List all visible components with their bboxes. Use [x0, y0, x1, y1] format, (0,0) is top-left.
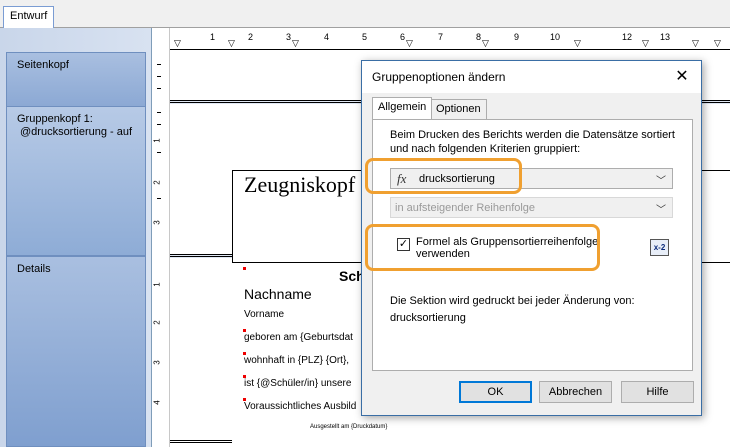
anchor-marker: [243, 352, 246, 355]
ruler-marker-icon[interactable]: ▽: [482, 38, 489, 49]
horizontal-ruler[interactable]: ▽ 1 ▽ 2 3 ▽ 4 5 6 ▽ 7 8 ▽ 9 10 ▽ 12 ▽ 13…: [152, 28, 730, 50]
ruler-marker-icon[interactable]: ▽: [292, 38, 299, 49]
ruler-number: 3: [152, 360, 162, 365]
ruler-number: 2: [248, 32, 254, 42]
ok-button[interactable]: OK: [459, 381, 532, 403]
sort-order-select[interactable]: in aufsteigender Reihenfolge ﹀: [390, 197, 673, 218]
anchor-marker: [243, 267, 246, 270]
chevron-down-icon[interactable]: ﹀: [656, 172, 666, 187]
ruler-marker-icon[interactable]: ▽: [228, 38, 235, 49]
section-label: Details: [17, 263, 51, 275]
tab-design[interactable]: Entwurf: [3, 6, 55, 28]
ruler-marker-icon[interactable]: ▽: [174, 38, 181, 49]
ruler-marker-icon[interactable]: ▽: [714, 38, 721, 49]
ruler-number: 13: [660, 32, 671, 42]
ruler-number: 1: [152, 282, 162, 287]
section-label: Gruppenkopf 1: @drucksortierung - auf: [17, 113, 132, 139]
vertical-ruler[interactable]: 1 2 3 1 2 3 4: [152, 28, 170, 447]
section-group-header[interactable]: Gruppenkopf 1: @drucksortierung - auf: [6, 106, 146, 256]
field-lastname[interactable]: Nachname: [244, 286, 312, 302]
dialog-titlebar[interactable]: Gruppenoptionen ändern ✕: [362, 61, 701, 93]
info-text: Die Sektion wird gedruckt bei jeder Ände…: [390, 295, 635, 307]
ruler-tick: [157, 88, 161, 89]
report-title-field[interactable]: Zeugniskopf: [244, 172, 355, 198]
ruler-number: 6: [400, 32, 406, 42]
ruler-marker-icon[interactable]: ▽: [692, 38, 699, 49]
ruler-number: 8: [476, 32, 482, 42]
close-icon[interactable]: ✕: [671, 66, 693, 88]
info-value: drucksortierung: [390, 312, 466, 324]
tab-options[interactable]: Optionen: [430, 99, 487, 119]
ruler-marker-icon[interactable]: ▽: [642, 38, 649, 49]
field-training[interactable]: Voraussichtliches Ausbild: [244, 401, 356, 412]
ruler-tick: [157, 124, 161, 125]
ruler-number: 3: [152, 220, 162, 225]
ruler-number: 2: [152, 320, 162, 325]
anchor-marker: [243, 329, 246, 332]
section-label: Seitenkopf: [17, 59, 69, 71]
ruler-number: 5: [362, 32, 368, 42]
ruler-marker-icon[interactable]: ▽: [574, 38, 581, 49]
highlight-group-field: [365, 158, 522, 194]
highlight-formula-checkbox: [365, 224, 600, 271]
field-student[interactable]: ist {@Schüler/in} unsere: [244, 378, 351, 389]
chevron-down-icon: ﹀: [656, 205, 666, 216]
section-label-line: Gruppenkopf 1:: [17, 113, 93, 125]
ruler-number: 9: [514, 32, 520, 42]
ruler-tick: [157, 198, 161, 199]
ruler-number: 3: [286, 32, 292, 42]
formula-editor-icon[interactable]: x-2: [650, 239, 669, 256]
ruler-number: 4: [324, 32, 330, 42]
dialog-title: Gruppenoptionen ändern: [372, 70, 506, 84]
field-issue-date[interactable]: Ausgestellt am {Druckdatum}: [310, 424, 387, 430]
ruler-number: 2: [152, 180, 162, 185]
group-options-dialog: Gruppenoptionen ändern ✕ Allgemein Optio…: [361, 60, 702, 416]
tab-general[interactable]: Allgemein: [372, 97, 433, 119]
anchor-marker: [243, 398, 246, 401]
ruler-marker-icon[interactable]: ▽: [406, 38, 413, 49]
dialog-description: Beim Drucken des Berichts werden die Dat…: [390, 129, 675, 155]
ruler-tick: [157, 152, 161, 153]
field-birthdate[interactable]: geboren am {Geburtsdat: [244, 332, 353, 343]
anchor-marker: [243, 375, 246, 378]
section-pane: Seitenkopf Gruppenkopf 1: @drucksortieru…: [0, 28, 152, 447]
section-label-line: @drucksortierung - auf: [20, 126, 133, 138]
ruler-tick: [157, 64, 161, 65]
ruler-tick: [157, 76, 161, 77]
field-firstname[interactable]: Vorname: [244, 309, 284, 320]
section-details[interactable]: Details: [6, 256, 146, 447]
cancel-button[interactable]: Abbrechen: [539, 381, 612, 403]
sort-order-value: in aufsteigender Reihenfolge: [395, 202, 536, 214]
design-tab-bar: Entwurf: [0, 0, 730, 28]
ruler-number: 1: [210, 32, 216, 42]
ruler-number: 7: [438, 32, 444, 42]
field-residence[interactable]: wohnhaft in {PLZ} {Ort},: [244, 355, 349, 366]
ruler-number: 1: [152, 138, 162, 143]
ruler-tick: [157, 112, 161, 113]
ruler-number: 10: [550, 32, 561, 42]
ruler-number: 4: [152, 400, 162, 405]
help-button[interactable]: Hilfe: [621, 381, 694, 403]
ruler-number: 12: [622, 32, 633, 42]
